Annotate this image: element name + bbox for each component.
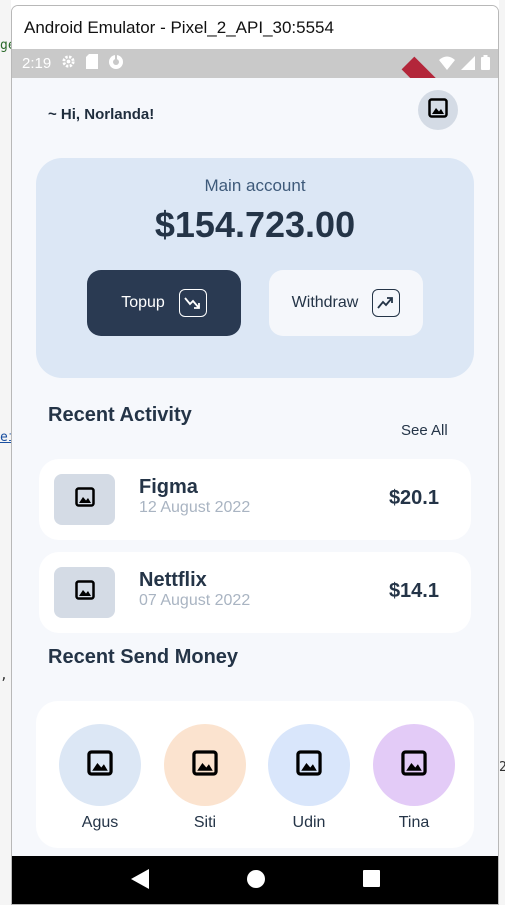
contact-avatar xyxy=(59,724,141,806)
recent-activity-title: Recent Activity xyxy=(48,404,192,426)
background-ide-strip xyxy=(0,0,11,905)
account-label: Main account xyxy=(204,176,306,195)
recents-square-icon[interactable] xyxy=(362,870,380,892)
recent-send-money-title: Recent Send Money xyxy=(48,646,239,668)
signal-icon xyxy=(461,55,475,74)
contact-name: Agus xyxy=(81,814,119,831)
topup-label: Topup xyxy=(121,294,165,311)
contact-agus[interactable]: Agus xyxy=(59,724,141,832)
android-status-bar: 2:19 DEBUG xyxy=(12,49,498,176)
image-placeholder-icon xyxy=(74,487,95,512)
main-account-card: Main account $154.723.00 Topup Withdraw xyxy=(36,158,474,378)
contact-name: Tina xyxy=(398,814,430,831)
trend-up-icon xyxy=(372,289,401,317)
image-placeholder-icon xyxy=(296,749,322,781)
recent-send-money-card: Agus Siti Udin Tina xyxy=(36,701,474,848)
window-titlebar[interactable]: Android Emulator - Pixel_2_API_30:5554 xyxy=(12,6,498,49)
settings-gear-icon xyxy=(61,54,76,73)
back-triangle-icon[interactable] xyxy=(130,868,149,894)
withdraw-button[interactable]: Withdraw xyxy=(269,270,423,336)
battery-icon xyxy=(481,55,490,74)
data-saver-icon xyxy=(108,53,124,74)
transaction-card[interactable]: Nettflix 07 August 2022 $14.1 xyxy=(39,552,471,633)
image-placeholder-icon xyxy=(192,749,218,781)
profile-avatar[interactable] xyxy=(418,90,458,130)
contact-udin[interactable]: Udin xyxy=(268,724,350,832)
window-title: Android Emulator - Pixel_2_API_30:5554 xyxy=(24,17,334,37)
transaction-name: Figma xyxy=(139,476,198,498)
contact-avatar xyxy=(164,724,246,806)
image-placeholder-icon xyxy=(74,580,95,605)
background-code-fragment: 2 xyxy=(499,760,505,775)
transaction-amount: $14.1 xyxy=(388,580,439,602)
contact-avatar xyxy=(373,724,455,806)
image-placeholder-icon xyxy=(428,97,448,123)
transaction-amount: $20.1 xyxy=(388,487,439,509)
contact-siti[interactable]: Siti xyxy=(164,724,246,832)
trend-down-icon xyxy=(178,289,207,317)
transaction-date: 12 August 2022 xyxy=(139,499,251,516)
sd-card-icon xyxy=(86,54,99,73)
status-time: 2:19 xyxy=(22,55,52,72)
transaction-date: 07 August 2022 xyxy=(139,592,251,609)
image-placeholder-icon xyxy=(401,749,427,781)
transaction-card[interactable]: Figma 12 August 2022 $20.1 xyxy=(39,459,471,540)
contact-avatar xyxy=(268,724,350,806)
background-code-fragment: , xyxy=(0,668,8,683)
see-all-link[interactable]: See All xyxy=(401,422,448,439)
contact-name: Siti xyxy=(193,814,217,831)
account-balance: $154.723.00 xyxy=(154,204,356,245)
wallet-app-screen: ~ Hi, Norlanda! Main account $154.723.00… xyxy=(12,78,498,856)
contact-tina[interactable]: Tina xyxy=(373,724,455,832)
topup-button[interactable]: Topup xyxy=(87,270,241,336)
greeting-text: ~ Hi, Norlanda! xyxy=(48,106,155,123)
image-placeholder-icon xyxy=(87,749,113,781)
contact-name: Udin xyxy=(292,814,326,831)
transaction-name: Nettflix xyxy=(139,569,207,591)
transaction-thumbnail xyxy=(54,474,115,525)
wifi-icon xyxy=(439,56,455,74)
transaction-thumbnail xyxy=(54,567,115,618)
withdraw-label: Withdraw xyxy=(291,294,359,311)
android-navigation-bar xyxy=(12,856,498,904)
home-circle-icon[interactable] xyxy=(246,869,265,893)
status-icons-right xyxy=(439,55,490,74)
emulator-window: Android Emulator - Pixel_2_API_30:5554 2… xyxy=(11,5,499,905)
